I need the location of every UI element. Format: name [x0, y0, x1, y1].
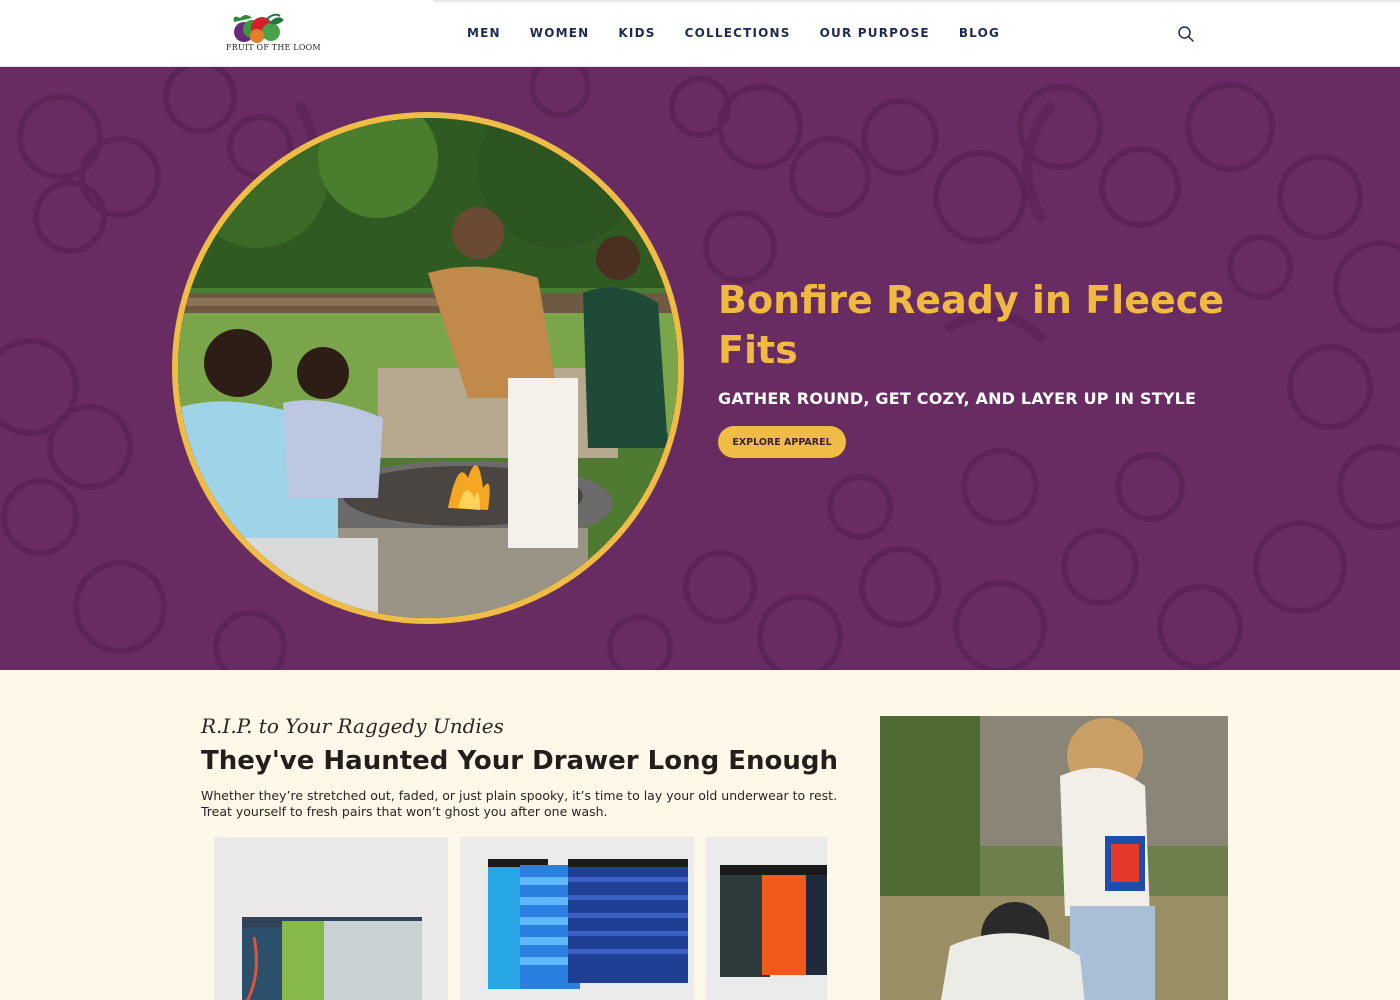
- hero-banner: Bonfire Ready in Fleece Fits GATHER ROUN…: [0, 67, 1400, 670]
- site-header: FRUIT OF THE LOOM MEN WOMEN KIDS COLLECT…: [0, 0, 1400, 67]
- promo-title: They've Haunted Your Drawer Long Enough: [201, 746, 838, 776]
- blue-striped-boxer-briefs-image: [460, 837, 694, 1000]
- product-card[interactable]: [460, 837, 694, 1000]
- promo-body: Whether they’re stretched out, faded, or…: [201, 788, 838, 819]
- family-fire-pit-photo: [178, 118, 678, 618]
- promo-script-title: R.I.P. to Your Raggedy Undies: [201, 714, 504, 738]
- fruit-logo-icon: [233, 13, 284, 43]
- nav-item-women[interactable]: WOMEN: [530, 24, 590, 44]
- product-card[interactable]: [706, 837, 827, 1000]
- nav-item-collections[interactable]: COLLECTIONS: [685, 24, 791, 44]
- hero-subtitle: GATHER ROUND, GET COZY, AND LAYER UP IN …: [718, 389, 1197, 408]
- promo-section: R.I.P. to Your Raggedy Undies They've Ha…: [0, 670, 1400, 1000]
- nav-item-our-purpose[interactable]: OUR PURPOSE: [820, 24, 930, 44]
- hero-image: [172, 112, 684, 624]
- hero-title: Bonfire Ready in Fleece Fits: [718, 278, 1225, 372]
- nav-item-blog[interactable]: BLOG: [959, 24, 1000, 44]
- header-top-rule: [433, 0, 1400, 2]
- brand-logo[interactable]: FRUIT OF THE LOOM: [226, 12, 321, 56]
- nav-item-kids[interactable]: KIDS: [618, 24, 655, 44]
- promo-side-image: [880, 716, 1228, 1000]
- black-orange-boxer-briefs-image: [706, 837, 827, 1000]
- multicolor-boxer-briefs-image: [214, 837, 448, 1000]
- product-carousel[interactable]: [214, 837, 827, 1000]
- main-nav: MEN WOMEN KIDS COLLECTIONS OUR PURPOSE B…: [467, 24, 1000, 44]
- product-card[interactable]: [214, 837, 448, 1000]
- search-button[interactable]: [1176, 24, 1196, 44]
- woman-holding-package-photo: [880, 716, 1228, 1000]
- nav-item-men[interactable]: MEN: [467, 24, 501, 44]
- search-icon: [1178, 26, 1194, 42]
- explore-apparel-button[interactable]: EXPLORE APPAREL: [718, 426, 846, 458]
- brand-logo-text: FRUIT OF THE LOOM: [226, 43, 321, 52]
